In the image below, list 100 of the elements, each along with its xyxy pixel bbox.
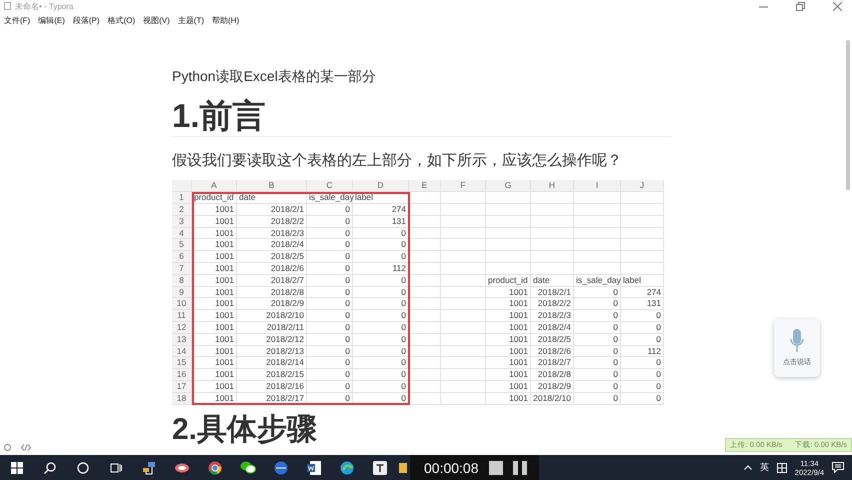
table-cell: 0 xyxy=(307,228,353,240)
row-number: 12 xyxy=(172,322,192,334)
table-cell: 0 xyxy=(574,369,621,382)
table-cell: 2018/2/6 xyxy=(237,263,307,275)
network-computer-icon[interactable] xyxy=(142,460,156,474)
column-header: G xyxy=(486,180,531,192)
table-cell: 1001 xyxy=(486,298,531,310)
table-cell: 2018/2/5 xyxy=(531,334,574,346)
stop-icon[interactable] xyxy=(488,460,502,474)
table-cell: 0 xyxy=(307,334,353,346)
table-cell: 1001 xyxy=(486,381,531,393)
table-cell: date xyxy=(237,192,307,204)
table-cell: 2018/2/7 xyxy=(237,274,307,287)
table-cell: 0 xyxy=(353,357,409,370)
table-cell: 0 xyxy=(353,239,409,252)
table-cell: 1001 xyxy=(192,286,237,298)
table-cell: 0 xyxy=(353,334,409,346)
menu-item[interactable]: 主题(T) xyxy=(178,14,204,26)
table-cell: 2018/2/15 xyxy=(237,369,307,382)
menu-item[interactable]: 格式(O) xyxy=(108,14,136,26)
table-cell: 2018/2/4 xyxy=(531,322,574,334)
table-cell: 0 xyxy=(353,298,409,310)
table-cell: 2018/2/9 xyxy=(531,381,574,393)
row-number: 8 xyxy=(172,274,192,287)
table-cell: 0 xyxy=(621,392,664,405)
chat-icon[interactable] xyxy=(240,461,256,474)
row-number: 10 xyxy=(172,298,192,310)
table-cell: product_id xyxy=(192,192,237,204)
table-cell: 1001 xyxy=(192,216,237,228)
app-icon xyxy=(4,2,11,10)
folder-icon[interactable] xyxy=(399,462,407,474)
document-app-icon[interactable] xyxy=(306,460,320,474)
table-cell: 2018/2/4 xyxy=(237,239,307,252)
table-cell: 1001 xyxy=(486,322,531,334)
table-cell: 0 xyxy=(307,216,353,228)
table-cell: 0 xyxy=(307,204,353,216)
notification-icon[interactable] xyxy=(832,462,844,473)
code-icon[interactable] xyxy=(21,444,31,451)
scrollbar-thumb[interactable] xyxy=(846,40,850,190)
app-icon[interactable] xyxy=(272,460,288,474)
windows-icon[interactable] xyxy=(10,462,22,474)
table-cell: 0 xyxy=(353,310,409,322)
task-view-icon[interactable] xyxy=(110,462,122,474)
column-header: B xyxy=(237,180,307,192)
close-icon[interactable] xyxy=(833,2,842,10)
table-cell: 0 xyxy=(574,310,621,322)
table-cell: 112 xyxy=(621,346,664,358)
table-cell: 0 xyxy=(307,346,353,358)
row-number: 7 xyxy=(172,263,192,275)
table-cell: 131 xyxy=(621,298,664,310)
browser-icon[interactable] xyxy=(208,460,222,474)
grid-icon[interactable] xyxy=(776,462,787,472)
row-number: 1 xyxy=(172,192,192,204)
caret-up-icon[interactable] xyxy=(744,465,752,470)
table-cell: 0 xyxy=(307,392,353,405)
table-cell: 2018/2/14 xyxy=(237,357,307,370)
table-cell: 1001 xyxy=(192,239,237,252)
row-number: 9 xyxy=(172,286,192,298)
search-icon[interactable] xyxy=(44,462,56,474)
table-cell: 2018/2/16 xyxy=(237,381,307,393)
table-cell: 1001 xyxy=(192,381,237,393)
menu-item[interactable]: 帮助(H) xyxy=(212,14,240,26)
table-cell: 1001 xyxy=(486,310,531,322)
text-app-icon[interactable] xyxy=(372,460,386,474)
table-cell: 274 xyxy=(353,204,409,216)
menu-item[interactable]: 文件(F) xyxy=(4,14,30,26)
input-method-indicator[interactable]: 英 xyxy=(760,461,769,474)
app-icon[interactable] xyxy=(174,462,190,474)
column-header: J xyxy=(621,180,664,192)
menu-item[interactable]: 段落(P) xyxy=(72,14,100,26)
table-cell: 0 xyxy=(307,274,353,287)
table-cell: 0 xyxy=(574,381,621,393)
row-number: 13 xyxy=(172,334,192,346)
table-cell: 1001 xyxy=(486,346,531,358)
table-cell: 0 xyxy=(353,286,409,298)
table-cell: 1001 xyxy=(192,263,237,275)
table-cell: 0 xyxy=(574,286,621,298)
menu-item[interactable]: 编辑(E) xyxy=(38,14,65,26)
column-header: A xyxy=(192,180,237,192)
table-cell: 0 xyxy=(353,228,409,240)
column-header: H xyxy=(531,180,574,192)
table-cell: 2018/2/13 xyxy=(237,346,307,358)
column-header: F xyxy=(441,180,486,192)
restore-icon[interactable] xyxy=(796,2,805,10)
browser-icon[interactable] xyxy=(340,460,354,474)
menu-item[interactable]: 视图(V) xyxy=(143,14,170,26)
table-cell: label xyxy=(353,192,409,204)
table-cell: 0 xyxy=(353,369,409,382)
row-number: 2 xyxy=(172,204,192,216)
table-cell: 112 xyxy=(353,263,409,275)
pause-icon[interactable] xyxy=(512,460,526,474)
table-cell: 1001 xyxy=(192,334,237,346)
table-cell: label xyxy=(621,274,664,287)
table-cell: 2018/2/1 xyxy=(531,286,574,298)
table-cell: 0 xyxy=(621,310,664,322)
table-cell: 1001 xyxy=(486,334,531,346)
table-cell: 1001 xyxy=(486,392,531,405)
table-cell: 2018/2/7 xyxy=(531,357,574,370)
table-cell: 0 xyxy=(574,357,621,370)
table-cell: 2018/2/5 xyxy=(237,251,307,264)
